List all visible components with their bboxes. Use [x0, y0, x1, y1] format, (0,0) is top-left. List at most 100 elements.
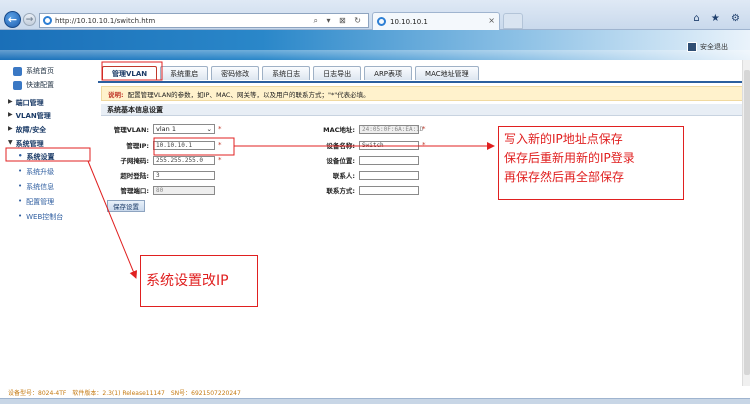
bullet-icon: • [18, 212, 23, 220]
annotation-line: 保存后重新用新的IP登录 [504, 151, 635, 165]
mgmt-port-input[interactable]: 80 [153, 185, 215, 195]
tab-underline [98, 81, 750, 83]
bullet-icon: • [18, 182, 23, 190]
device-location-label: 设备位置: [326, 157, 355, 165]
device-model: 设备型号：8024-4TF [8, 389, 67, 397]
monitor-icon [13, 66, 22, 76]
triangle-right-icon: ▶ [8, 125, 13, 132]
subnet-label: 子网掩码: [120, 157, 149, 165]
close-tab-icon[interactable]: × [488, 16, 495, 25]
sidebar-item-system-info[interactable]: • 系统信息 [18, 182, 54, 192]
status-footer: 设备型号：8024-4TF 软件版本：2.3(1) Release11147 S… [0, 386, 750, 398]
triangle-right-icon: ▶ [8, 98, 13, 105]
tab-system-log[interactable]: 系统日志 [262, 66, 311, 80]
sidebar-item-quick-config[interactable]: 快速配置 [13, 80, 54, 90]
browser-chrome: ← → http://10.10.10.1/switch.htm ⌕ ▾ ⊠ ↻… [0, 0, 750, 30]
tab-system-reboot[interactable]: 系统重启 [160, 66, 209, 80]
sidebar-item-label: 系统设置 [26, 153, 55, 161]
bullet-icon: • [18, 152, 23, 160]
row-contact-method: 联系方式: [307, 185, 419, 195]
required-mark: * [218, 141, 222, 149]
notice-label: 说明: [108, 90, 124, 99]
notice-bar: 说明: 配置管理VLAN的参数，如IP、MAC、网关等，以及用户的联系方式；"*… [101, 86, 747, 101]
ie-icon [377, 17, 386, 26]
tab-mac-management[interactable]: MAC地址管理 [415, 66, 479, 80]
row-mgmt-vlan: 管理VLAN: vlan 1 ⌄ * [101, 124, 222, 134]
sidebar-group-port[interactable]: ▶ 端口管理 [8, 98, 44, 108]
annotation-line: 写入新的IP地址点保存 [504, 132, 623, 146]
bullet-icon: • [18, 167, 23, 175]
sidebar-item-label: 配置管理 [26, 198, 55, 206]
logout-button[interactable]: 安全退出 [687, 42, 728, 52]
logout-label: 安全退出 [700, 43, 728, 51]
new-tab-button[interactable] [503, 13, 523, 29]
sidebar-item-home[interactable]: 系统首页 [13, 66, 54, 76]
arrow-right-icon: → [25, 14, 34, 25]
chevron-down-icon: ⌄ [206, 125, 212, 133]
mgmt-vlan-label: 管理VLAN: [113, 126, 149, 134]
mgmt-port-label: 管理端口: [120, 187, 149, 195]
panel-title: 系统基本信息设置 [101, 104, 747, 116]
quick-config-icon [13, 80, 22, 90]
sidebar-group-system[interactable]: ▼ 系统管理 [8, 139, 44, 149]
address-url: http://10.10.10.1/switch.htm [55, 16, 156, 25]
save-settings-button[interactable]: 保存设置 [107, 200, 145, 212]
mac-label: MAC地址: [323, 126, 355, 134]
timeout-input[interactable]: 3 [153, 170, 215, 180]
mgmt-ip-input[interactable]: 10.10.10.1 [153, 140, 215, 150]
arrow-left-icon: ← [7, 13, 18, 26]
serial-number: SN号：6921507220247 [170, 389, 241, 397]
mac-input[interactable]: 24:05:0F:6A:EA:1D [359, 124, 423, 134]
sidebar: 系统首页 快速配置 ▶ 端口管理 ▶ VLAN管理 ▶ 故障/安全 ▼ 系统管理 • 系统… [0, 60, 95, 386]
sidebar-group-label: 故障/安全 [15, 126, 47, 134]
back-button[interactable]: ← [4, 11, 21, 28]
browser-toolbar-icons[interactable]: ⌂ ★ ⚙ [693, 13, 744, 24]
tab-bar: 管理VLAN 系统重启 密码修改 系统日志 日志导出 ARP表项 MAC地址管理 [102, 66, 479, 81]
sidebar-group-label: VLAN管理 [15, 112, 51, 120]
mgmt-vlan-select[interactable]: vlan 1 ⌄ [153, 124, 215, 134]
row-device-name: 设备名称: Switch * [307, 140, 426, 150]
row-timeout: 超时登陆: 3 [101, 170, 215, 180]
triangle-down-icon: ▼ [8, 139, 13, 146]
sidebar-group-label: 端口管理 [15, 99, 44, 107]
header-decoration [0, 50, 750, 60]
sidebar-item-web-console[interactable]: • WEB控制台 [18, 212, 63, 222]
address-bar[interactable]: http://10.10.10.1/switch.htm ⌕ ▾ ⊠ ↻ [39, 13, 369, 28]
scrollbar-thumb[interactable] [744, 70, 750, 375]
address-tools-icons[interactable]: ⌕ ▾ ⊠ ↻ [313, 16, 364, 26]
browser-tab[interactable]: 10.10.10.1 × [372, 12, 500, 30]
row-mac: MAC地址: 24:05:0F:6A:EA:1D * [307, 124, 426, 134]
row-mgmt-port: 管理端口: 80 [101, 185, 215, 195]
logout-icon [687, 42, 697, 52]
contact-method-input[interactable] [359, 185, 419, 195]
subnet-input[interactable]: 255.255.255.0 [153, 155, 215, 165]
software-version: 软件版本：2.3(1) Release11147 [72, 389, 165, 397]
device-name-input[interactable]: Switch [359, 140, 419, 150]
forward-button[interactable]: → [23, 13, 36, 26]
bullet-icon: • [18, 197, 23, 205]
sidebar-item-system-upgrade[interactable]: • 系统升级 [18, 167, 54, 177]
annotation-note-right: 写入新的IP地址点保存 保存后重新用新的IP登录 再保存然后再全部保存 [498, 126, 684, 200]
row-mgmt-ip: 管理IP: 10.10.10.1 * [101, 140, 222, 150]
sidebar-item-config-management[interactable]: • 配置管理 [18, 197, 54, 207]
notice-text: 配置管理VLAN的参数，如IP、MAC、网关等，以及用户的联系方式；"*"代表必… [127, 90, 370, 99]
contact-input[interactable] [359, 170, 419, 180]
required-mark: * [422, 125, 426, 133]
app-header: 安全退出 [0, 30, 750, 60]
sidebar-group-security[interactable]: ▶ 故障/安全 [8, 125, 46, 135]
device-location-input[interactable] [359, 155, 419, 165]
row-device-location: 设备位置: [307, 155, 419, 165]
page-scrollbar[interactable] [742, 60, 750, 386]
main-content: 管理VLAN 系统重启 密码修改 系统日志 日志导出 ARP表项 MAC地址管理… [98, 60, 750, 386]
annotation-note-left: 系统设置改IP [140, 255, 258, 307]
required-mark: * [218, 125, 222, 133]
device-name-label: 设备名称: [326, 142, 355, 150]
tab-log-export[interactable]: 日志导出 [313, 66, 362, 80]
tab-password-change[interactable]: 密码修改 [211, 66, 260, 80]
row-contact: 联系人: [307, 170, 419, 180]
tab-arp-table[interactable]: ARP表项 [364, 66, 413, 80]
sidebar-item-system-settings[interactable]: • 系统设置 [18, 152, 54, 162]
tab-mgmt-vlan[interactable]: 管理VLAN [102, 66, 158, 80]
sidebar-group-vlan[interactable]: ▶ VLAN管理 [8, 111, 51, 121]
row-subnet: 子网掩码: 255.255.255.0 * [101, 155, 222, 165]
